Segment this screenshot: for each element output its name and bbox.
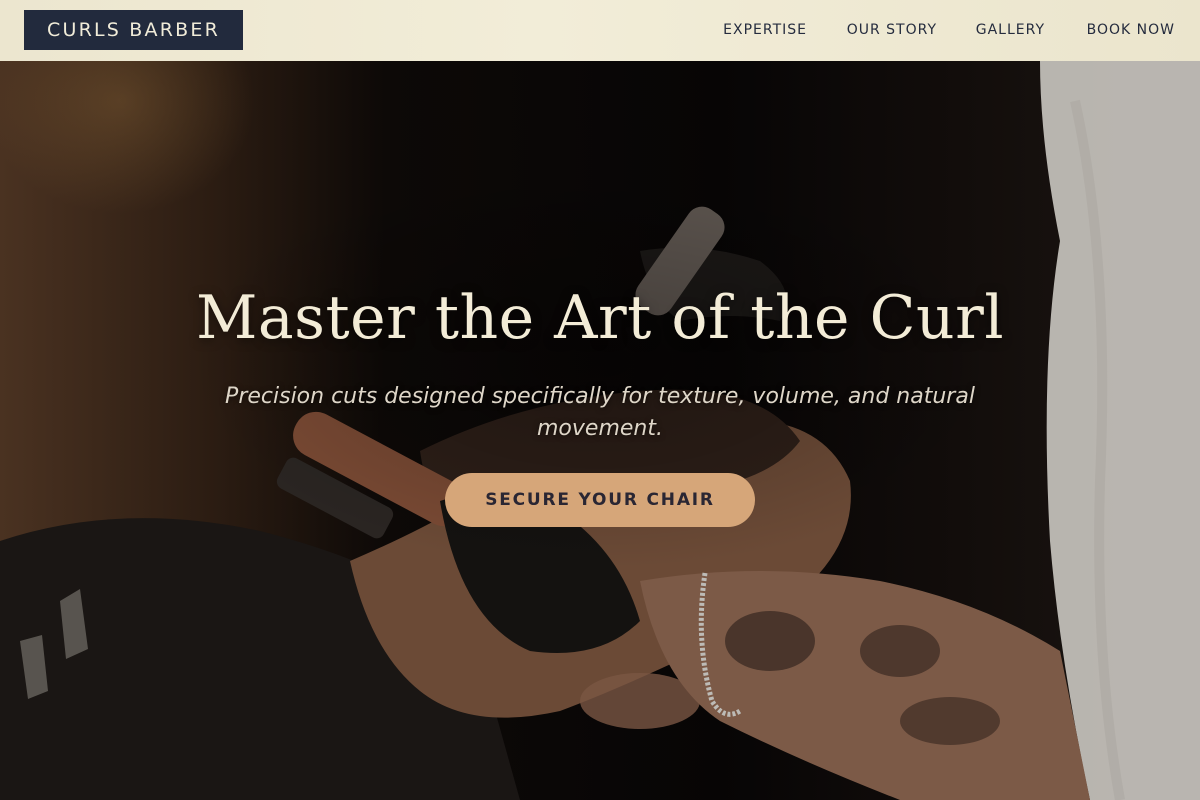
nav-link-our-story[interactable]: OUR STORY bbox=[847, 21, 937, 39]
hero-content: Master the Art of the Curl Precision cut… bbox=[0, 61, 1200, 800]
hero-section: Master the Art of the Curl Precision cut… bbox=[0, 61, 1200, 800]
nav-link-book-now[interactable]: BOOK NOW bbox=[1087, 21, 1175, 39]
brand-logo[interactable]: CURLS BARBER bbox=[24, 10, 243, 50]
nav-link-gallery[interactable]: GALLERY bbox=[976, 21, 1045, 39]
secure-your-chair-button[interactable]: SECURE YOUR CHAIR bbox=[445, 473, 755, 527]
hero-subtitle: Precision cuts designed specifically for… bbox=[225, 384, 975, 441]
nav-link-expertise[interactable]: EXPERTISE bbox=[723, 21, 807, 39]
site-header: CURLS BARBER EXPERTISE OUR STORY GALLERY… bbox=[0, 0, 1200, 61]
hero-title: Master the Art of the Curl bbox=[195, 283, 1005, 353]
